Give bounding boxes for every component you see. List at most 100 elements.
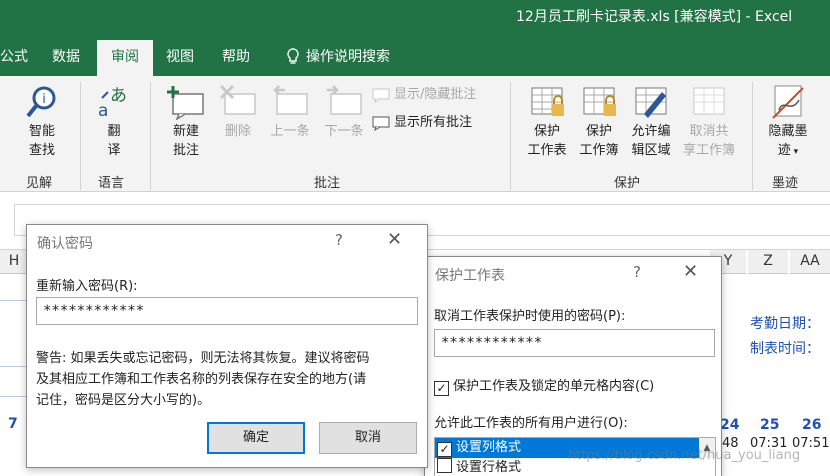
- reenter-password-field[interactable]: ************: [36, 297, 418, 325]
- group-separator: [150, 82, 151, 190]
- gridline: [0, 366, 26, 367]
- translate-label-2: 译: [107, 143, 121, 158]
- help-icon[interactable]: ?: [335, 231, 343, 249]
- help-icon[interactable]: ?: [633, 263, 641, 281]
- warning-line: 记住，密码是区分大小写的)。: [36, 393, 211, 408]
- password-prompt: 取消工作表保护时使用的密码(P):: [434, 309, 626, 324]
- close-icon[interactable]: ✕: [387, 229, 402, 250]
- reenter-password-prompt: 重新输入密码(R):: [36, 279, 138, 294]
- protect-contents-checkbox[interactable]: ✓ 保护工作表及锁定的单元格内容(C): [434, 375, 654, 396]
- allow-edit-icon: [635, 87, 667, 118]
- previous-comment-icon: [273, 85, 308, 115]
- smart-lookup-label-1: 智能: [28, 124, 55, 139]
- warning-line: 警告: 如果丢失或忘记密码，则无法将其恢复。建议将密码: [36, 351, 370, 366]
- show-hide-comment-button[interactable]: 显示/隐藏批注: [372, 86, 476, 104]
- magnifier-icon: i: [26, 86, 56, 118]
- checkbox-checked-icon: ✓: [434, 381, 449, 396]
- watermark-text: https://blog.csdn.net/hua_you_liang: [568, 448, 801, 463]
- protect-workbook-label-2: 工作簿: [579, 143, 619, 158]
- tell-me-search[interactable]: 操作说明搜索: [286, 40, 426, 76]
- allow-edit-label-2: 辑区域: [631, 143, 671, 158]
- day-cell[interactable]: 26: [802, 417, 821, 433]
- dialog-title: 保护工作表: [435, 268, 505, 284]
- close-icon[interactable]: ✕: [683, 261, 698, 282]
- protect-sheet-label-2: 工作表: [527, 143, 567, 158]
- unshare-label-1: 取消共: [689, 124, 729, 139]
- hide-ink-label-1: 隐藏墨: [768, 124, 808, 139]
- protect-workbook-icon: [583, 87, 616, 116]
- delete-comment-icon: [219, 84, 256, 115]
- ink-icon: [772, 85, 804, 119]
- option-label: 设置列格式: [456, 440, 522, 455]
- protect-workbook-button[interactable]: 保护 工作簿: [574, 84, 624, 160]
- tab-data[interactable]: 数据: [52, 40, 92, 76]
- show-all-comments-label: 显示所有批注: [394, 115, 473, 130]
- translate-icon: aあ: [98, 86, 127, 120]
- column-header-aa[interactable]: AA: [790, 250, 830, 274]
- gridline: [0, 300, 26, 301]
- translate-label-1: 翻: [107, 124, 121, 139]
- protect-sheet-dialog: 保护工作表 ? ✕ 取消工作表保护时使用的密码(P): ************…: [424, 256, 722, 476]
- group-label-protect: 保护: [614, 176, 641, 191]
- allow-edit-label-1: 允许编: [631, 124, 671, 139]
- day-cell[interactable]: 24: [720, 417, 739, 433]
- svg-text:あ: あ: [110, 86, 127, 106]
- previous-comment-button[interactable]: 上一条: [264, 84, 316, 141]
- comment-toggle-icon: [372, 88, 390, 103]
- checkbox-checked-icon: ✓: [437, 442, 452, 457]
- dialog-title: 确认密码: [37, 236, 93, 252]
- next-comment-button[interactable]: 下一条: [318, 84, 370, 141]
- new-comment-icon: [167, 86, 204, 120]
- gridline: [0, 396, 26, 397]
- protect-sheet-button[interactable]: 保护 工作表: [522, 84, 572, 160]
- tab-formulas[interactable]: 公式: [0, 40, 40, 76]
- translate-button[interactable]: aあ 翻 译: [92, 84, 136, 160]
- protect-contents-label: 保护工作表及锁定的单元格内容(C): [453, 379, 655, 394]
- previous-label: 上一条: [270, 124, 310, 139]
- day-cell[interactable]: 25: [760, 417, 779, 433]
- show-all-comments-button[interactable]: 显示所有批注: [372, 114, 472, 132]
- svg-text:i: i: [42, 92, 46, 107]
- lightbulb-icon: [287, 48, 299, 64]
- svg-text:a: a: [98, 101, 108, 120]
- group-separator: [510, 82, 511, 190]
- column-header-z[interactable]: Z: [748, 250, 788, 274]
- next-label: 下一条: [324, 124, 364, 139]
- hide-ink-label-2: 迹: [777, 143, 791, 158]
- ok-button[interactable]: 确定: [207, 422, 305, 454]
- group-separator: [752, 82, 753, 190]
- day-cell[interactable]: 7: [8, 416, 18, 432]
- group-label-language: 语言: [98, 176, 125, 191]
- unshare-workbook-icon: [693, 87, 725, 115]
- protect-workbook-label-1: 保护: [585, 124, 612, 139]
- smart-lookup-label-2: 查找: [28, 143, 55, 158]
- tab-view[interactable]: 视图: [166, 40, 206, 76]
- column-header-h[interactable]: H: [0, 250, 28, 274]
- hide-ink-button[interactable]: 隐藏墨 迹 ▾: [762, 84, 814, 162]
- protect-sheet-label-1: 保护: [533, 124, 560, 139]
- warning-line: 及其相应工作簿和工作表名称的列表保存在安全的地方(请: [36, 372, 367, 387]
- unprotect-password-field[interactable]: ************: [434, 329, 715, 357]
- ribbon: i 智能 查找 见解 aあ 翻 译 语言 新建 批注 删除 上一条 下一条 显示…: [0, 76, 830, 192]
- group-separator: [80, 82, 81, 190]
- tell-me-label: 操作说明搜索: [306, 49, 390, 65]
- new-comment-button[interactable]: 新建 批注: [164, 84, 208, 160]
- unshare-label-2: 享工作簿: [682, 143, 735, 158]
- group-label-comments: 批注: [314, 176, 341, 191]
- title-bar: 12月员工刷卡记录表.xls [兼容模式] - Excel 公式 数据 审阅 视…: [0, 0, 830, 76]
- window-title: 12月员工刷卡记录表.xls [兼容模式] - Excel: [516, 9, 793, 25]
- unshare-workbook-button[interactable]: 取消共 享工作簿: [678, 84, 740, 160]
- new-comment-label-1: 新建: [172, 124, 199, 139]
- cancel-button[interactable]: 取消: [319, 422, 417, 454]
- attendance-date-label: 考勤日期：: [750, 316, 820, 332]
- protect-sheet-icon: [531, 87, 564, 116]
- tab-review[interactable]: 审阅: [97, 40, 153, 76]
- delete-label: 删除: [224, 124, 251, 139]
- smart-lookup-button[interactable]: i 智能 查找: [20, 84, 64, 160]
- delete-comment-button[interactable]: 删除: [216, 84, 260, 141]
- group-label-ink: 墨迹: [772, 176, 799, 191]
- confirm-password-dialog: 确认密码 ? ✕ 重新输入密码(R): ************ 警告: 如果丢…: [26, 224, 428, 468]
- tab-help[interactable]: 帮助: [222, 40, 262, 76]
- allow-edit-ranges-button[interactable]: 允许编 辑区域: [626, 84, 676, 160]
- new-comment-label-2: 批注: [172, 143, 199, 158]
